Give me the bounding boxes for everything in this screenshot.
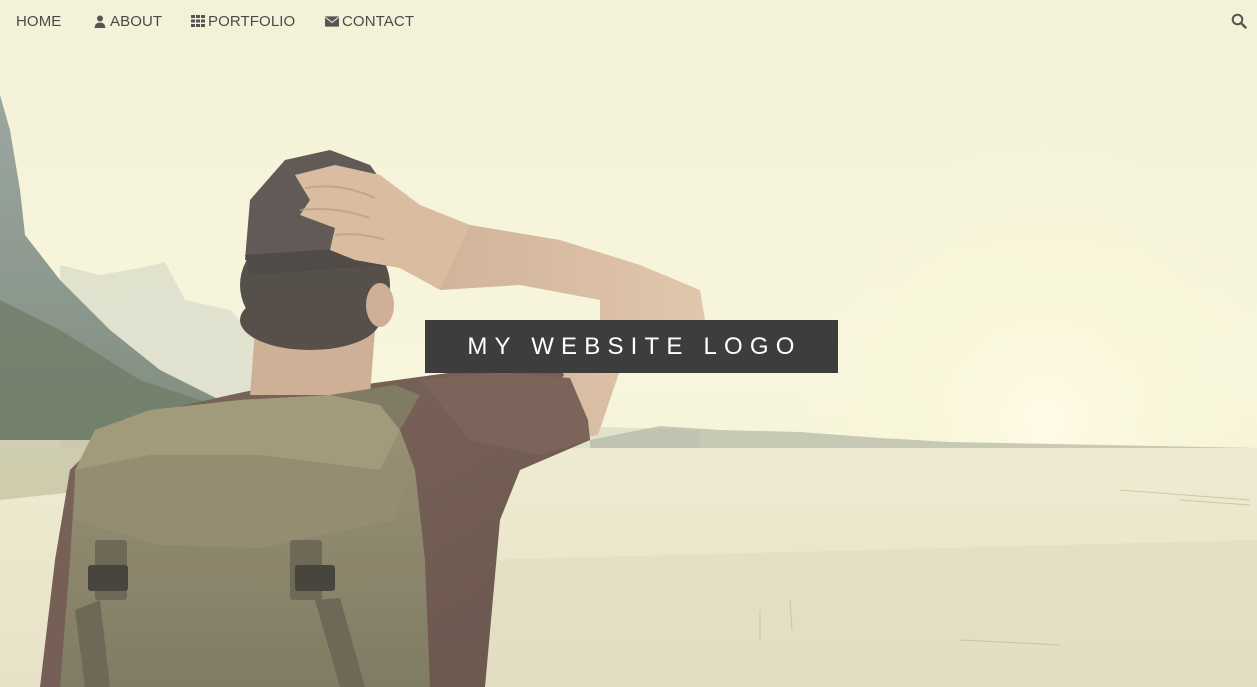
nav-item-contact-label: CONTACT [342,12,415,30]
site-logo-text: MY WEBSITE LOGO [467,332,802,360]
nav-item-portfolio-label: PORTFOLIO [208,12,296,30]
nav-item-about-label: ABOUT [110,12,163,30]
nav-item-about[interactable]: ABOUT [93,12,162,30]
envelope-icon [325,14,339,28]
nav-item-portfolio[interactable]: PORTFOLIO [191,12,295,30]
grid-icon [191,14,205,28]
top-navigation: HOME ABOUT PORTFOLIO CONTACT [0,0,1257,42]
site-logo[interactable]: MY WEBSITE LOGO [425,320,838,373]
nav-item-contact[interactable]: CONTACT [325,12,414,30]
search-icon[interactable] [1231,13,1247,29]
nav-item-home-label: HOME [16,12,62,30]
nav-item-home[interactable]: HOME [16,12,61,30]
user-icon [93,14,107,28]
